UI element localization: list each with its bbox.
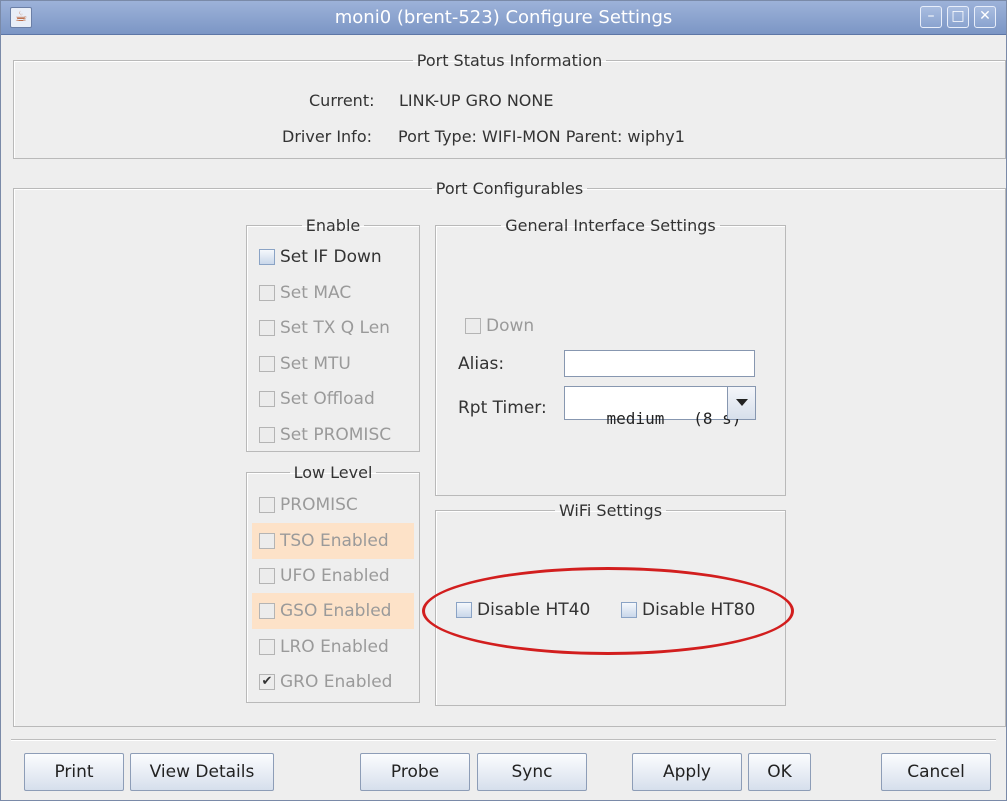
driver-info-label: Driver Info: (282, 127, 372, 146)
checkbox-label: UFO Enabled (280, 566, 390, 586)
sync-button[interactable]: Sync (477, 753, 587, 791)
checkbox-label: LRO Enabled (280, 637, 389, 657)
gso-enabled-checkbox[interactable]: GSO Enabled (252, 593, 414, 629)
title-bar[interactable]: ☕ moni0 (brent-523) Configure Settings –… (1, 1, 1006, 35)
view-details-button[interactable]: View Details (130, 753, 274, 791)
ok-button[interactable]: OK (748, 753, 811, 791)
set-tx-q-len-checkbox[interactable]: Set TX Q Len (259, 318, 390, 338)
port-configurables-legend: Port Configurables (435, 179, 584, 198)
close-icon[interactable]: ✕ (974, 6, 996, 28)
checkbox-label: Down (486, 316, 535, 336)
rpt-timer-select[interactable]: medium (8 s) (564, 386, 756, 428)
apply-button[interactable]: Apply (632, 753, 742, 791)
general-interface-settings-legend: General Interface Settings (505, 216, 716, 235)
window-title: moni0 (brent-523) Configure Settings (334, 7, 673, 28)
lro-enabled-checkbox[interactable]: LRO Enabled (259, 637, 389, 657)
checkbox-box[interactable] (259, 320, 275, 336)
checkbox-box[interactable] (259, 639, 275, 655)
checkbox-box[interactable] (259, 249, 275, 265)
checkbox-label: Set PROMISC (280, 425, 392, 445)
checkbox-box[interactable] (259, 285, 275, 301)
rpt-timer-value: medium (8 s) (606, 409, 742, 428)
probe-button[interactable]: Probe (360, 753, 470, 791)
checkbox-box[interactable] (259, 391, 275, 407)
checkbox-box[interactable] (259, 603, 275, 619)
ufo-enabled-checkbox[interactable]: UFO Enabled (259, 566, 390, 586)
set-mac-checkbox[interactable]: Set MAC (259, 283, 351, 303)
set-mtu-checkbox[interactable]: Set MTU (259, 354, 351, 374)
tso-enabled-checkbox[interactable]: TSO Enabled (252, 523, 414, 559)
minimize-icon[interactable]: – (920, 6, 942, 28)
promisc-checkbox[interactable]: PROMISC (259, 495, 358, 515)
checkbox-box[interactable] (259, 497, 275, 513)
print-button[interactable]: Print (24, 753, 124, 791)
checkbox-label: Set MAC (280, 283, 352, 303)
annotation-ellipse (422, 567, 794, 655)
set-offload-checkbox[interactable]: Set Offload (259, 389, 375, 409)
maximize-icon[interactable]: □ (947, 6, 969, 28)
checkbox-label: TSO Enabled (280, 531, 389, 551)
checkbox-label: GSO Enabled (280, 601, 392, 621)
cancel-button[interactable]: Cancel (881, 753, 991, 791)
down-checkbox[interactable]: Down (465, 316, 534, 336)
alias-label: Alias: (458, 354, 505, 374)
enable-legend: Enable (305, 216, 361, 235)
checkbox-label: Set Offload (280, 389, 375, 409)
checkbox-box[interactable] (259, 356, 275, 372)
button-bar-separator (11, 739, 996, 741)
checkbox-label: Set IF Down (280, 247, 382, 267)
gro-enabled-checkbox[interactable]: ✔ GRO Enabled (259, 672, 392, 692)
checkbox-box[interactable] (259, 568, 275, 584)
checkbox-box[interactable] (259, 533, 275, 549)
checkbox-label: Set TX Q Len (280, 318, 390, 338)
checkbox-label: Set MTU (280, 354, 351, 374)
checkbox-label: GRO Enabled (280, 672, 393, 692)
checkbox-box[interactable] (465, 318, 481, 334)
port-status-legend: Port Status Information (416, 51, 603, 70)
current-value: LINK-UP GRO NONE (399, 91, 554, 110)
set-if-down-checkbox[interactable]: Set IF Down (259, 247, 382, 267)
wifi-settings-legend: WiFi Settings (558, 501, 663, 520)
checkbox-label: PROMISC (280, 495, 358, 515)
alias-input[interactable] (564, 350, 755, 377)
driver-info-value: Port Type: WIFI-MON Parent: wiphy1 (398, 127, 685, 146)
configure-settings-window: ☕ moni0 (brent-523) Configure Settings –… (0, 0, 1007, 801)
low-level-legend: Low Level (293, 463, 373, 482)
set-promisc-checkbox[interactable]: Set PROMISC (259, 425, 391, 445)
checkbox-box[interactable] (259, 427, 275, 443)
rpt-timer-label: Rpt Timer: (458, 398, 547, 418)
chevron-down-icon[interactable] (727, 387, 755, 419)
checkbox-box[interactable]: ✔ (259, 674, 275, 690)
current-label: Current: (309, 91, 375, 110)
